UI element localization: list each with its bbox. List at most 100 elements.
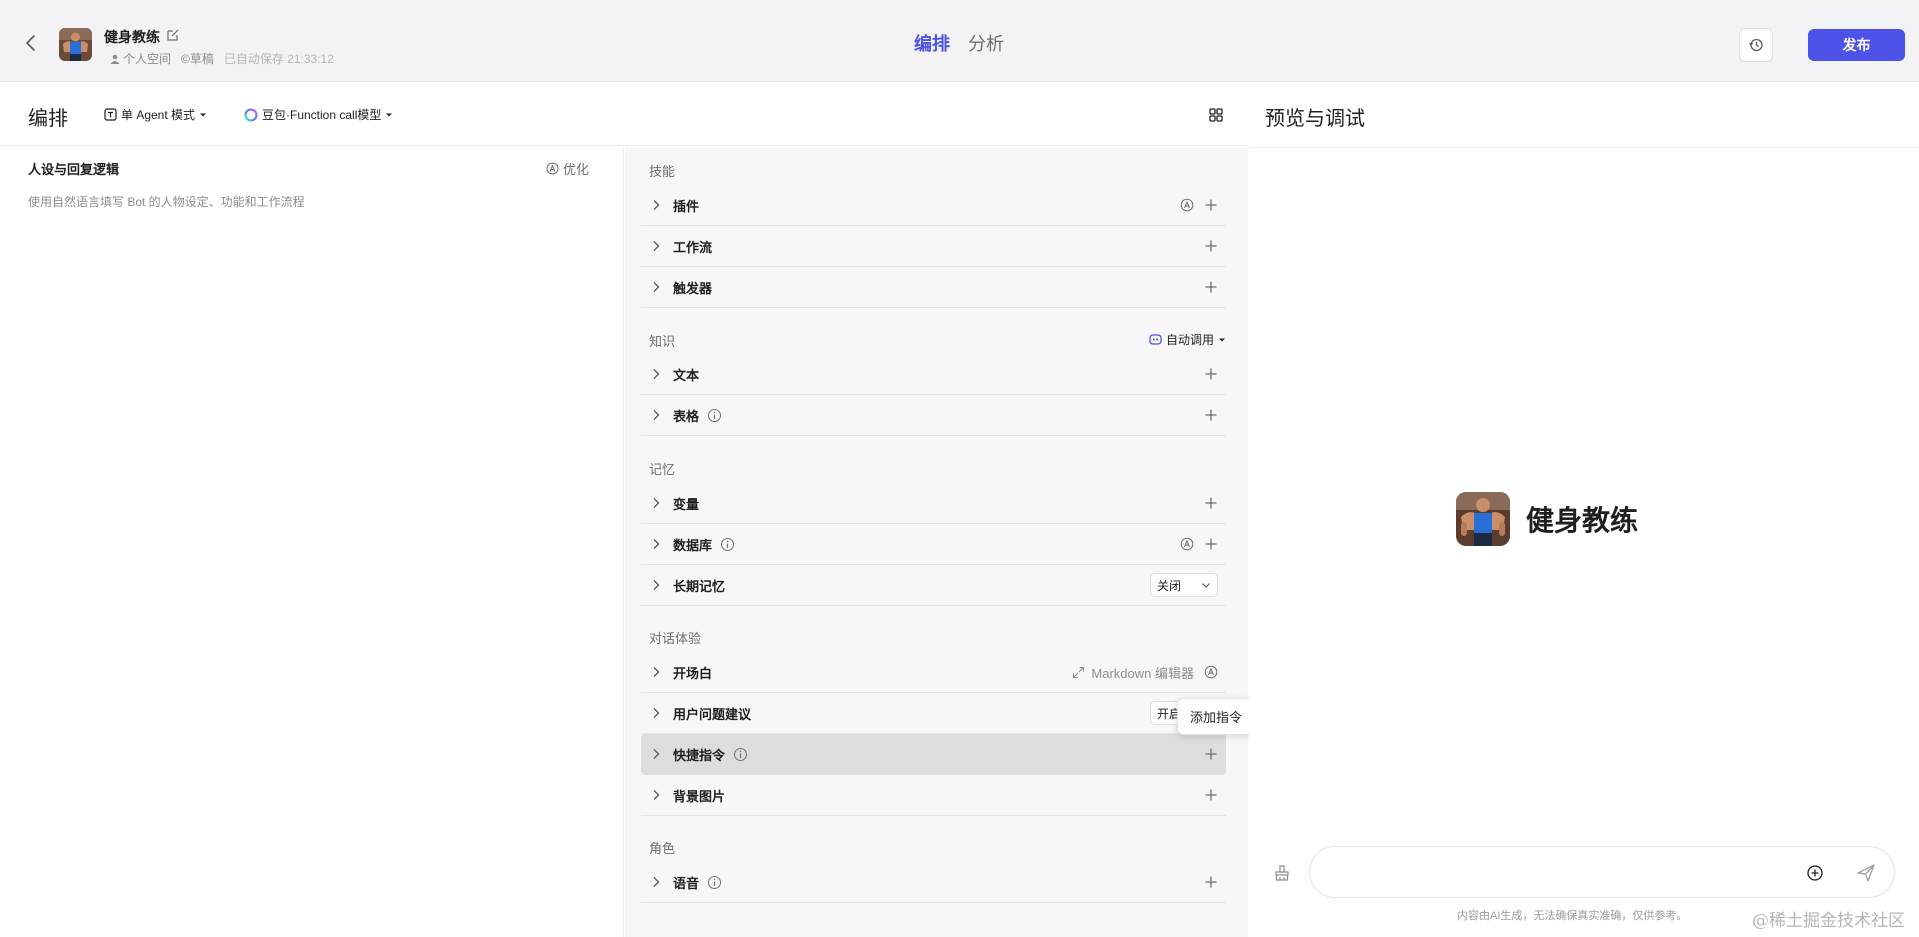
- row-label: 插件: [673, 198, 700, 214]
- row-trigger[interactable]: 触发器: [641, 267, 1226, 308]
- preview-bot-name: 健身教练: [1526, 505, 1639, 536]
- info-icon[interactable]: [720, 537, 735, 552]
- add-database-plus-icon[interactable]: [1204, 537, 1218, 551]
- add-trigger-plus-icon[interactable]: [1204, 280, 1218, 294]
- add-voice-plus-icon[interactable]: [1204, 875, 1218, 889]
- auto-a-icon: [546, 162, 559, 175]
- row-label: 长期记忆: [673, 578, 726, 594]
- auto-a-icon[interactable]: [1180, 198, 1194, 212]
- arrange-toolbar: 编排 单 Agent 模式 豆包·Function call模型: [0, 82, 1248, 146]
- persona-panel: 人设与回复逻辑 优化 使用自然语言填写 Bot 的人物设定、功能和工作流程: [0, 147, 624, 937]
- add-circle-icon[interactable]: [1806, 864, 1824, 882]
- agent-mode-icon: [104, 108, 117, 121]
- model-select[interactable]: 豆包·Function call模型: [244, 106, 393, 123]
- agent-mode-label: 单 Agent 模式: [121, 108, 196, 122]
- row-shortcuts[interactable]: 快捷指令: [641, 734, 1226, 775]
- auto-a-icon[interactable]: [1204, 665, 1218, 679]
- row-label: 表格: [673, 408, 700, 424]
- section-memory: 记忆: [649, 462, 676, 477]
- preview-header: 预览与调试: [1249, 82, 1919, 148]
- tab-analysis[interactable]: 分析: [968, 30, 1004, 56]
- chevron-right-icon: [653, 790, 660, 800]
- optimize-button[interactable]: 优化: [546, 159, 589, 178]
- section-chat-experience: 对话体验: [649, 631, 702, 646]
- persona-title: 人设与回复逻辑: [28, 162, 120, 177]
- history-button[interactable]: [1739, 28, 1773, 62]
- add-text-plus-icon[interactable]: [1204, 367, 1218, 381]
- arrange-title: 编排: [28, 108, 68, 130]
- long-term-memory-select[interactable]: 关闭: [1149, 573, 1218, 597]
- layout-grid-icon[interactable]: [1207, 106, 1225, 124]
- preview-title: 预览与调试: [1265, 108, 1365, 130]
- row-suggestions[interactable]: 用户问题建议 开启: [641, 693, 1226, 734]
- section-skills: 技能: [649, 164, 676, 179]
- add-background-plus-icon[interactable]: [1204, 788, 1218, 802]
- agent-mode-select[interactable]: 单 Agent 模式: [104, 106, 207, 123]
- bot-meta: 个人空间 ©草稿 已自动保存 21:33:12: [110, 50, 334, 67]
- auto-a-icon[interactable]: [1180, 537, 1194, 551]
- row-variables[interactable]: 变量: [641, 483, 1226, 524]
- chevron-right-icon: [653, 539, 660, 549]
- person-icon: [110, 54, 120, 64]
- info-icon[interactable]: [733, 747, 748, 762]
- select-value: 关闭: [1156, 578, 1181, 593]
- row-opening[interactable]: 开场白 Markdown 编辑器: [641, 652, 1226, 693]
- chevron-down-icon: [1202, 583, 1210, 588]
- model-label: 豆包·Function call模型: [262, 108, 382, 122]
- row-background-image[interactable]: 背景图片: [641, 775, 1226, 816]
- bot-avatar[interactable]: [59, 28, 92, 61]
- row-label: 背景图片: [673, 788, 726, 804]
- chevron-right-icon: [653, 667, 660, 677]
- info-icon[interactable]: [707, 875, 722, 890]
- chevron-right-icon: [653, 580, 660, 590]
- chat-input[interactable]: [1309, 846, 1895, 898]
- row-table[interactable]: 表格: [641, 395, 1226, 436]
- add-plugin-plus-icon[interactable]: [1204, 198, 1218, 212]
- bot-name: 健身教练: [104, 29, 160, 45]
- row-workflow[interactable]: 工作流: [641, 226, 1226, 267]
- row-label: 工作流: [673, 239, 713, 255]
- clear-history-broom-icon[interactable]: [1273, 864, 1291, 882]
- row-label: 语音: [673, 875, 700, 891]
- persona-textarea[interactable]: 使用自然语言填写 Bot 的人物设定、功能和工作流程: [28, 193, 305, 210]
- markdown-editor-button[interactable]: Markdown 编辑器: [1072, 663, 1194, 682]
- row-voice[interactable]: 语音: [641, 862, 1226, 903]
- add-shortcut-plus-icon[interactable]: [1204, 747, 1218, 761]
- chevron-right-icon: [653, 410, 660, 420]
- row-database[interactable]: 数据库: [641, 524, 1226, 565]
- chevron-right-icon: [653, 498, 660, 508]
- optimize-label: 优化: [563, 162, 590, 177]
- add-table-plus-icon[interactable]: [1204, 408, 1218, 422]
- add-shortcut-tooltip: 添加指令: [1177, 698, 1256, 735]
- preview-bot-intro: 健身教练: [1456, 492, 1638, 546]
- caret-down-icon: [200, 113, 207, 116]
- row-label: 用户问题建议: [673, 706, 752, 722]
- publish-button[interactable]: 发布: [1808, 29, 1905, 61]
- add-variable-plus-icon[interactable]: [1204, 496, 1218, 510]
- auto-call-icon: [1149, 334, 1162, 345]
- auto-call-select[interactable]: 自动调用: [1149, 331, 1226, 348]
- send-icon[interactable]: [1856, 863, 1876, 883]
- chevron-right-icon: [653, 749, 660, 759]
- row-plugins[interactable]: 插件: [641, 185, 1226, 226]
- row-long-term-memory[interactable]: 长期记忆 关闭: [641, 565, 1226, 606]
- section-role: 角色: [649, 841, 676, 856]
- preview-panel: 预览与调试 健身教练 内容由AI生成，无法确保真实准确，仅供参考。: [1249, 82, 1919, 937]
- row-label: 触发器: [673, 280, 713, 296]
- header: 健身教练 个人空间 ©草稿 已自动保存 21:33:12 编排 分析 发布: [0, 0, 1919, 82]
- watermark: @稀土掘金技术社区: [1752, 911, 1905, 931]
- tab-arrange[interactable]: 编排: [914, 30, 950, 56]
- row-text[interactable]: 文本: [641, 354, 1226, 395]
- edit-icon[interactable]: [166, 28, 180, 42]
- add-workflow-plus-icon[interactable]: [1204, 239, 1218, 253]
- autosave-status: 已自动保存 21:33:12: [223, 52, 334, 66]
- skills-panel: 技能 插件 工作流 触发器 知识 自动调用 文本 表格 记忆 变量 数据库 长期…: [625, 147, 1248, 937]
- ai-disclaimer: 内容由AI生成，无法确保真实准确，仅供参考。: [1457, 910, 1688, 922]
- info-icon[interactable]: [707, 408, 722, 423]
- workspace-tag: 个人空间: [110, 50, 171, 67]
- chevron-right-icon: [653, 369, 660, 379]
- back-arrow-icon[interactable]: [20, 32, 42, 54]
- chevron-right-icon: [653, 200, 660, 210]
- auto-call-label: 自动调用: [1165, 333, 1214, 347]
- chevron-right-icon: [653, 877, 660, 887]
